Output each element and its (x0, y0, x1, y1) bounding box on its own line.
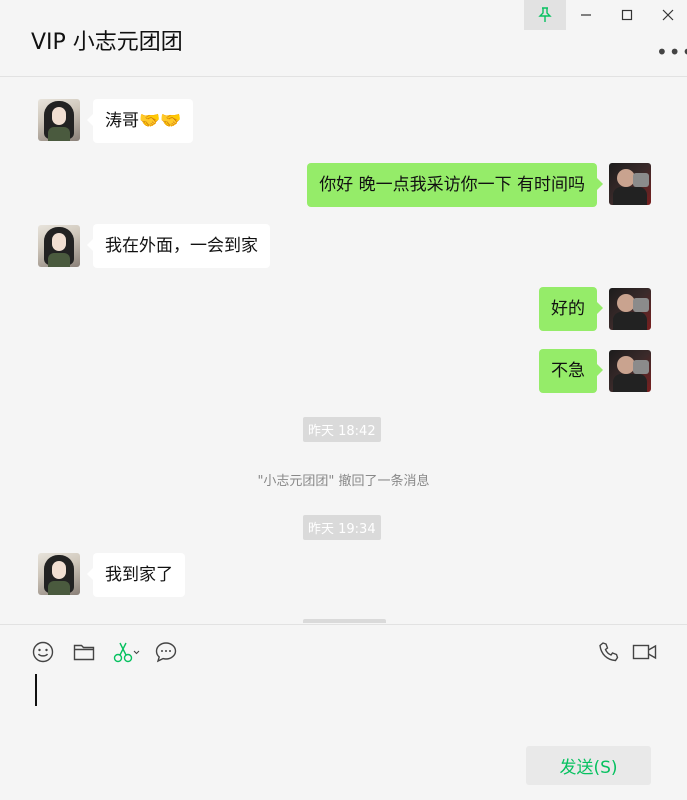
timestamp-chip-partial (303, 619, 386, 623)
voice-call-button[interactable] (596, 639, 622, 665)
received-message[interactable]: 涛哥🤝🤝 (86, 99, 194, 143)
pin-button[interactable] (524, 0, 566, 30)
message-list[interactable]: 涛哥🤝🤝 你好 晚一点我采访你一下 有时间吗 我在外面，一会到家 好的 不急 昨… (0, 77, 687, 623)
emoji-icon (32, 641, 54, 663)
minimize-icon (581, 14, 591, 16)
chat-bubble-icon (155, 642, 177, 663)
close-icon (662, 9, 674, 21)
chat-history-button[interactable] (153, 639, 179, 665)
send-button[interactable]: 发送(S) (526, 746, 651, 785)
timestamp-chip: 昨天 19:34 (303, 515, 381, 540)
maximize-button[interactable] (606, 0, 648, 30)
my-avatar[interactable] (609, 288, 651, 330)
contact-avatar[interactable] (38, 225, 80, 267)
timestamp-chip: 昨天 18:42 (303, 417, 381, 442)
video-icon (632, 644, 657, 660)
maximize-icon (621, 9, 633, 21)
my-avatar[interactable] (609, 163, 651, 205)
my-avatar[interactable] (609, 350, 651, 392)
contact-avatar[interactable] (38, 553, 80, 595)
message-input[interactable] (35, 674, 37, 706)
video-call-button[interactable] (631, 639, 659, 665)
close-button[interactable] (647, 0, 687, 30)
input-area: 发送(S) (0, 624, 687, 800)
minimize-button[interactable] (565, 0, 607, 30)
more-options-icon[interactable]: ••• (656, 40, 687, 64)
pin-icon (538, 7, 552, 22)
scissors-icon (113, 642, 140, 663)
recall-notice: "小志元团团" 撤回了一条消息 (257, 474, 430, 489)
contact-avatar[interactable] (38, 99, 80, 141)
received-message[interactable]: 我在外面，一会到家 (87, 224, 270, 268)
emoji-button[interactable] (30, 639, 56, 665)
sent-message[interactable]: 不急 (539, 349, 603, 393)
folder-icon (73, 644, 95, 661)
phone-icon (599, 642, 619, 662)
sent-message[interactable]: 好的 (539, 287, 603, 331)
chat-header: VIP 小志元团团 ••• (0, 0, 687, 77)
file-button[interactable] (71, 639, 97, 665)
sent-message[interactable]: 你好 晚一点我采访你一下 有时间吗 (307, 163, 603, 207)
received-message[interactable]: 我到家了 (87, 553, 185, 597)
screenshot-button[interactable] (111, 639, 143, 665)
chat-title: VIP 小志元团团 (31, 30, 183, 55)
